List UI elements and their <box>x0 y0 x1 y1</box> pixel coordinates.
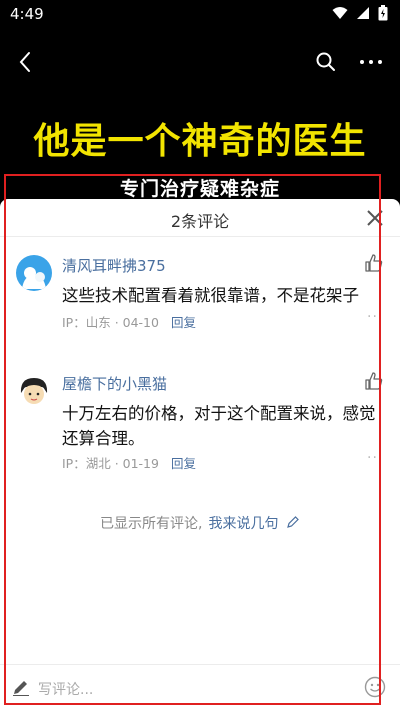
video-subtitle: 专门治疗疑难杂症 <box>119 178 280 200</box>
comment-username[interactable]: 屋檐下的小黑猫 <box>62 373 167 394</box>
comment-meta: IP：湖北 · 01-19 <box>62 456 159 471</box>
pencil-icon <box>13 681 29 696</box>
end-hint-text: 已显示所有评论, <box>100 516 203 532</box>
battery-icon <box>378 5 388 21</box>
wifi-icon <box>332 7 348 19</box>
comment-text: 这些技术配置看着就很靠谱，不是花架子 <box>62 286 359 305</box>
more-options-icon[interactable]: ··· <box>367 309 383 325</box>
signal-icon <box>357 7 369 19</box>
avatar-image <box>16 373 52 409</box>
thumbs-up-icon[interactable] <box>364 371 384 391</box>
comment-input-bar[interactable]: 写评论... <box>0 664 400 711</box>
reply-button[interactable]: 回复 <box>171 453 196 472</box>
avatar[interactable] <box>16 255 52 291</box>
comments-sheet: 2条评论 清风耳畔拂375 这些技术配置看着就很靠谱，不是花架子 IP：山东 ·… <box>0 199 400 711</box>
video-title: 他是一个神奇的医生 <box>33 121 367 162</box>
comment-meta: IP：山东 · 04-10 <box>62 315 159 330</box>
edit-icon[interactable] <box>286 515 300 529</box>
thumbs-up-icon[interactable] <box>364 253 384 273</box>
search-icon[interactable] <box>314 50 338 74</box>
comments-title: 2条评论 <box>170 212 230 231</box>
close-icon[interactable] <box>364 207 386 229</box>
reply-button[interactable]: 回复 <box>171 312 196 331</box>
avatar-image <box>16 255 52 291</box>
divider <box>0 236 400 237</box>
write-comment-link[interactable]: 我来说几句 <box>209 516 279 532</box>
avatar[interactable] <box>16 373 52 409</box>
comment-text: 十万左右的价格，对于这个配置来说，感觉还算合理。 <box>62 404 376 448</box>
screen: 4:49 他是一个神奇的医生 专门治疗疑难杂症 2条评论 清风耳畔拂375 这些… <box>0 0 400 711</box>
back-icon[interactable] <box>14 48 38 76</box>
end-hint: 已显示所有评论, 我来说几句 <box>0 513 400 533</box>
comment-input[interactable]: 写评论... <box>38 679 93 699</box>
status-time: 4:49 <box>10 5 44 23</box>
status-icons <box>332 5 388 21</box>
more-icon[interactable] <box>356 52 386 72</box>
emoji-icon[interactable] <box>364 676 386 698</box>
comment-username[interactable]: 清风耳畔拂375 <box>62 255 166 276</box>
more-options-icon[interactable]: ··· <box>367 450 383 466</box>
status-bar: 4:49 <box>0 0 400 28</box>
